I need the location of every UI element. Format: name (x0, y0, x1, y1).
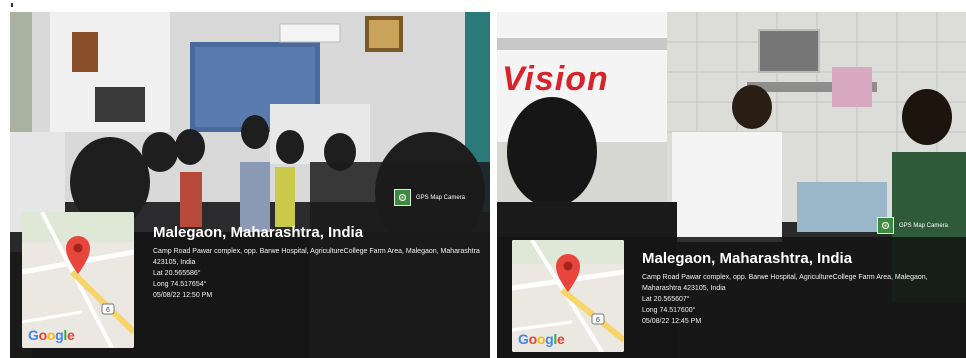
gps-map-camera-tag: GPS Map Camera (394, 189, 465, 206)
photo-right: Vision GPS Map Camera 6 Google Malegaon,… (497, 12, 966, 358)
location-address: Camp Road Pawar complex, opp. Barwe Hosp… (642, 274, 928, 293)
location-address: Camp Road Pawar complex, opp. Barwe Hosp… (153, 248, 480, 267)
banner-text: Vision (502, 60, 609, 98)
map-thumbnail: 6 Google (22, 212, 134, 348)
stray-mark (11, 3, 13, 7)
longitude: Long 74.517654° (153, 280, 207, 288)
google-logo: Google (518, 331, 565, 347)
photo-left: GPS Map Camera 6 Google Malegaon, Mahara… (10, 12, 490, 358)
map-thumbnail: 6 Google (512, 240, 624, 352)
location-title: Malegaon, Maharashtra, India (153, 224, 364, 241)
location-caption: Malegaon, Maharashtra, India Camp Road P… (153, 224, 483, 301)
gps-camera-icon (394, 189, 411, 206)
gps-map-camera-tag: GPS Map Camera (877, 217, 948, 234)
timestamp: 05/08/22 12:45 PM (642, 317, 702, 325)
google-logo: Google (28, 327, 75, 343)
gps-camera-icon (877, 217, 894, 234)
location-caption: Malegaon, Maharashtra, India Camp Road P… (642, 250, 960, 327)
gps-tag-label: GPS Map Camera (899, 222, 949, 229)
latitude: Lat 20.565607° (642, 295, 690, 303)
timestamp: 05/08/22 12:50 PM (153, 291, 213, 299)
latitude: Lat 20.565586° (153, 269, 201, 277)
gps-tag-label: GPS Map Camera (416, 194, 466, 201)
location-title: Malegaon, Maharashtra, India (642, 250, 853, 267)
longitude: Long 74.517600° (642, 306, 696, 314)
